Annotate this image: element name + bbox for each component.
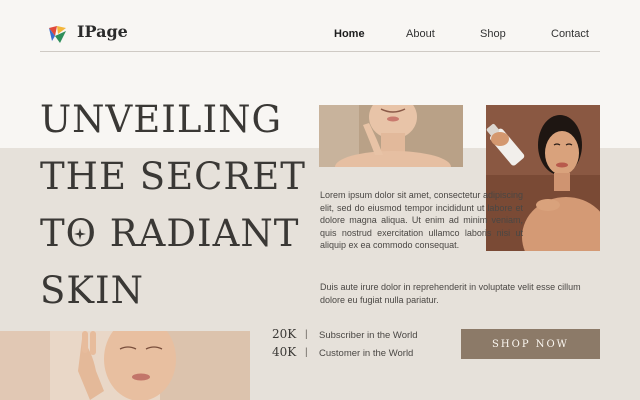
intro-paragraph: Lorem ipsum dolor sit amet, consectetur … (320, 190, 523, 250)
sparkle-icon (74, 228, 86, 240)
stat-separator: | (305, 347, 308, 358)
woman-touching-cheek-photo (0, 331, 250, 400)
stat-subscribers-value: 20K (272, 327, 297, 341)
nav-shop[interactable]: Shop (480, 28, 506, 40)
stat-customers-label: Customer in the World (319, 348, 414, 359)
headline-line-1: UNVEILING (40, 98, 283, 141)
woman-touching-neck-photo (319, 105, 463, 167)
header-divider (40, 51, 600, 52)
stat-customers-value: 40K (272, 345, 297, 359)
colorful-leaf-logo-icon[interactable] (46, 22, 70, 46)
headline-line-2: THE SECRET (40, 155, 306, 198)
stat-subscribers-label: Subscriber in the World (319, 330, 418, 341)
secondary-paragraph: Duis aute irure dolor in reprehenderit i… (320, 282, 581, 305)
headline-line-4: SKIN (40, 269, 144, 312)
stat-separator: | (305, 329, 308, 340)
shop-now-button[interactable]: SHOP NOW (461, 329, 600, 359)
nav-contact[interactable]: Contact (551, 28, 589, 40)
shop-now-button-label: SHOP NOW (492, 338, 569, 350)
nav-home[interactable]: Home (334, 28, 365, 40)
nav-about[interactable]: About (406, 28, 435, 40)
brand-name[interactable]: IPage (77, 22, 128, 41)
